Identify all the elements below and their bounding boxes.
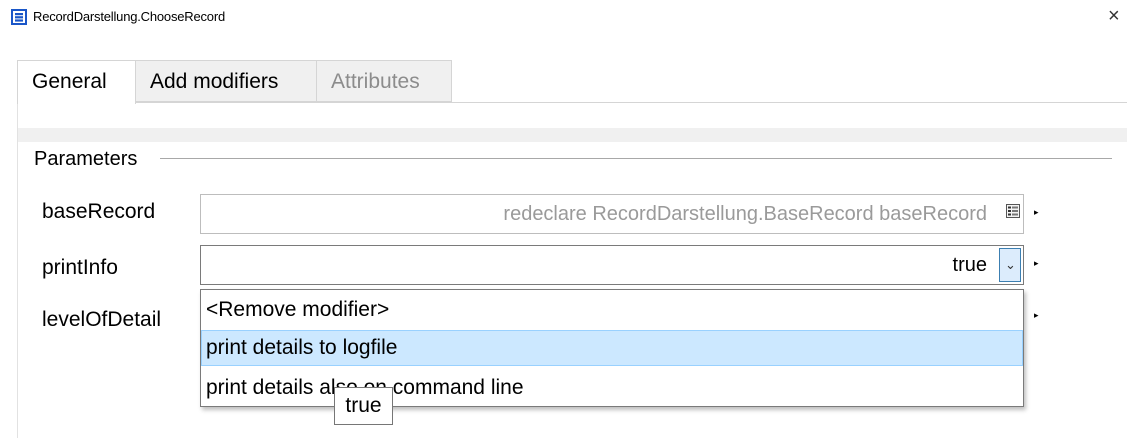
close-button[interactable]: × [1108, 4, 1120, 28]
panel-separator [17, 128, 1127, 142]
printinfo-value: true [952, 254, 987, 276]
table-edit-icon[interactable] [1006, 204, 1020, 218]
param-label-printinfo: printInfo [42, 256, 118, 279]
window-title: RecordDarstellung.ChooseRecord [33, 9, 225, 24]
tab-add-modifiers[interactable]: Add modifiers [136, 60, 317, 102]
group-divider [160, 158, 1112, 159]
title-bar: RecordDarstellung.ChooseRecord × [0, 0, 1127, 38]
baserecord-more-arrow-icon[interactable]: ▸ [1034, 207, 1039, 218]
printinfo-dropdown-button[interactable]: ⌄ [999, 248, 1021, 282]
dropdown-item-print-to-logfile[interactable]: print details to logfile [201, 330, 1023, 366]
chevron-down-icon: ⌄ [1005, 257, 1016, 272]
param-label-baserecord: baseRecord [42, 200, 156, 223]
panel-left-border [17, 102, 18, 438]
tab-strip-border [17, 102, 1127, 103]
value-tooltip: true [334, 387, 393, 425]
tab-attributes: Attributes [317, 60, 452, 102]
tab-general[interactable]: General [17, 60, 136, 104]
levelofdetail-more-arrow-icon[interactable]: ▸ [1034, 310, 1039, 321]
record-window-icon [11, 9, 27, 25]
dropdown-item-print-command-line[interactable]: print details also on command line [201, 370, 1023, 406]
baserecord-combobox[interactable]: redeclare RecordDarstellung.BaseRecord b… [200, 194, 1024, 234]
dropdown-item-remove-modifier[interactable]: <Remove modifier> [201, 292, 1023, 328]
baserecord-value: redeclare RecordDarstellung.BaseRecord b… [503, 203, 987, 225]
parameters-group-label: Parameters [34, 148, 142, 171]
printinfo-dropdown-list: <Remove modifier> print details to logfi… [200, 289, 1024, 407]
param-label-levelofdetail: levelOfDetail [42, 308, 162, 331]
printinfo-combobox[interactable]: true ⌄ [200, 245, 1024, 285]
printinfo-more-arrow-icon[interactable]: ▸ [1034, 258, 1039, 269]
